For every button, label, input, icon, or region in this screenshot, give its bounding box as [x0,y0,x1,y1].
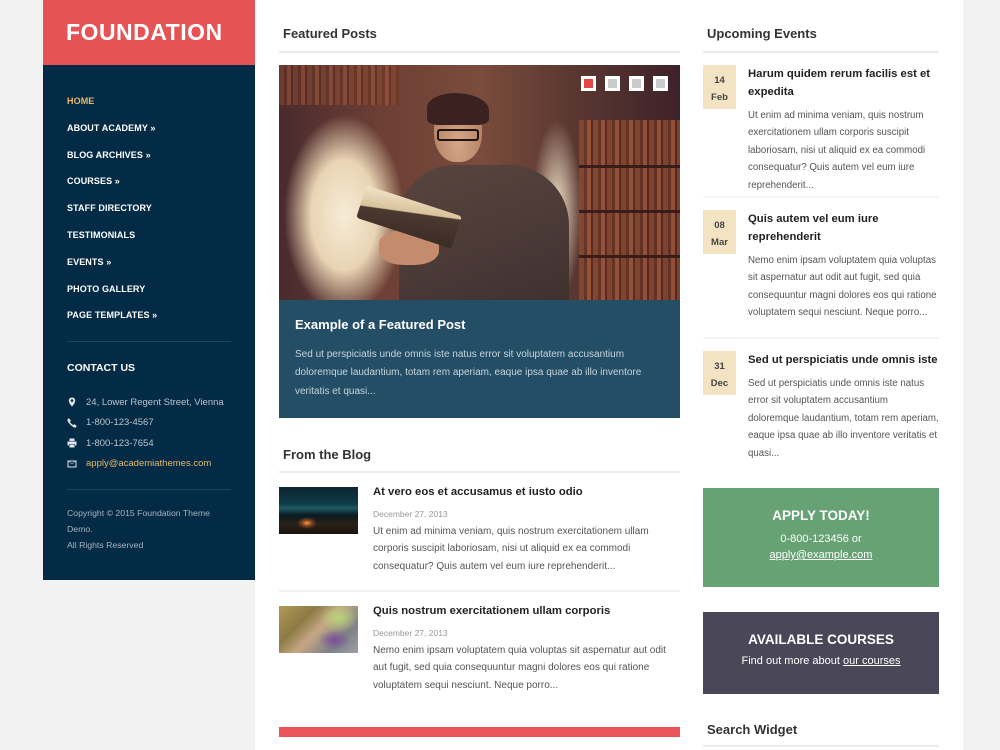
featured-post-title[interactable]: Example of a Featured Post [295,317,664,332]
slider-dot-3[interactable] [629,76,644,91]
main-column: Featured Posts Example of a Featured Pos… [279,17,680,717]
site-logo[interactable]: FOUNDATION [43,0,255,65]
featured-post-excerpt: Sed ut perspiciatis unde omnis iste natu… [295,349,642,397]
contact-fax: 1-800-123-7654 [43,433,255,454]
blog-post-thumbnail[interactable] [279,487,358,534]
blog-post-excerpt: Ut enim ad minima veniam, quis nostrum e… [373,526,649,572]
blog-post-excerpt: Nemo enim ipsam voluptatem quia voluptas… [373,645,666,691]
blog-post-date: December 27, 2013 [373,509,448,519]
event-month: Feb [711,92,728,103]
section-banner-bar [279,727,680,737]
contact-address: 24, Lower Regent Street, Vienna [43,392,255,413]
shelf-line [579,165,680,168]
event-body: Quis autem vel eum iure reprehenderit Ne… [736,210,939,337]
courses-text: Find out more about [741,655,844,667]
event-item: 08 Mar Quis autem vel eum iure reprehend… [703,198,939,339]
blog-post-body: At vero eos et accusamus et iusto odio D… [358,485,680,590]
event-title[interactable]: Quis autem vel eum iure reprehenderit [748,210,939,246]
nav-item-courses[interactable]: COURSES » [67,176,255,203]
shelf-line [579,255,680,258]
printer-icon [67,438,86,448]
available-courses-box: AVAILABLE COURSES Find out more about ou… [703,612,939,694]
person-hair [427,93,489,125]
featured-slide-caption: Example of a Featured Post Sed ut perspi… [279,300,680,418]
blog-post-date: December 27, 2013 [373,628,448,638]
contact-phone: 1-800-123-4567 [43,413,255,434]
rights-line: All Rights Reserved [67,539,144,550]
upcoming-events-heading: Upcoming Events [703,17,939,53]
contact-phone-text: 1-800-123-4567 [86,417,154,429]
event-day: 08 [714,220,725,231]
event-excerpt: Nemo enim ipsam voluptatem quia voluptas… [748,255,937,319]
slider-dot-1[interactable] [581,76,596,91]
blog-heading: From the Blog [279,437,680,473]
contact-address-text: 24, Lower Regent Street, Vienna [86,396,224,408]
blog-post: Quis nostrum exercitationem ullam corpor… [279,592,680,717]
courses-link[interactable]: our courses [843,655,900,667]
slider-dot-2[interactable] [605,76,620,91]
courses-heading: AVAILABLE COURSES [748,632,894,647]
contact-heading: CONTACT US [67,362,136,375]
blog-post: At vero eos et accusamus et iusto odio D… [279,473,680,592]
contact-email-link[interactable]: apply@academiathemes.com [86,458,211,469]
apply-phone: 0-800-123456 or [780,533,862,545]
blog-post-body: Quis nostrum exercitationem ullam corpor… [358,604,680,717]
nav-item-testimonials[interactable]: TESTIMONIALS [67,230,255,257]
bookshelf-graphic [279,65,399,105]
person-glasses [437,129,479,141]
contact-fax-text: 1-800-123-7654 [86,437,154,449]
shelf-line [579,210,680,213]
event-title[interactable]: Sed ut perspiciatis unde omnis iste [748,351,939,369]
nav-item-blog-archives[interactable]: BLOG ARCHIVES » [67,150,255,177]
event-body: Harum quidem rerum facilis est et expedi… [736,65,939,196]
content-area: Featured Posts Example of a Featured Pos… [255,0,963,750]
envelope-icon [67,459,86,469]
featured-posts-heading: Featured Posts [279,17,680,53]
phone-icon [67,418,86,428]
nav-item-staff-directory[interactable]: STAFF DIRECTORY [67,203,255,230]
event-excerpt: Sed ut perspiciatis unde omnis iste natu… [748,378,939,459]
nav-item-about-academy[interactable]: ABOUT ACADEMY » [67,123,255,150]
apply-today-box: APPLY TODAY! 0-800-123456 or apply@examp… [703,488,939,587]
event-date-badge: 08 Mar [703,210,736,254]
apply-heading: APPLY TODAY! [772,508,870,523]
event-excerpt: Ut enim ad minima veniam, quis nostrum e… [748,110,926,191]
nav-item-page-templates[interactable]: PAGE TEMPLATES » [67,310,255,337]
search-widget-heading: Search Widget [703,713,939,747]
event-body: Sed ut perspiciatis unde omnis iste Sed … [736,351,939,473]
event-item: 31 Dec Sed ut perspiciatis unde omnis is… [703,339,939,473]
blog-post-title[interactable]: Quis nostrum exercitationem ullam corpor… [373,605,680,617]
right-column: Upcoming Events 14 Feb Harum quidem reru… [703,17,939,747]
blog-post-title[interactable]: At vero eos et accusamus et iusto odio [373,486,680,498]
featured-slider: Example of a Featured Post Sed ut perspi… [279,65,680,418]
event-day: 14 [714,75,725,86]
sidebar: FOUNDATION HOME ABOUT ACADEMY » BLOG ARC… [43,0,255,580]
nav-item-home[interactable]: HOME [67,96,255,123]
map-marker-icon [67,397,86,408]
copyright: Copyright © 2015 Foundation Theme Demo. … [43,490,255,553]
slider-dot-4[interactable] [653,76,668,91]
nav-item-photo-gallery[interactable]: PHOTO GALLERY [67,284,255,311]
event-item: 14 Feb Harum quidem rerum facilis est et… [703,53,939,198]
main-navigation: HOME ABOUT ACADEMY » BLOG ARCHIVES » COU… [43,65,255,337]
event-date-badge: 31 Dec [703,351,736,395]
contact-email: apply@academiathemes.com [43,454,255,475]
copyright-line: Copyright © 2015 Foundation Theme Demo. [67,508,210,534]
blog-post-thumbnail[interactable] [279,606,358,653]
featured-slide-image[interactable] [279,65,680,300]
apply-email-link[interactable]: apply@example.com [770,549,873,561]
event-day: 31 [714,361,725,372]
nav-item-events[interactable]: EVENTS » [67,257,255,284]
event-month: Mar [711,237,728,248]
event-month: Dec [710,378,729,389]
event-date-badge: 14 Feb [703,65,736,109]
event-title[interactable]: Harum quidem rerum facilis est et expedi… [748,65,939,101]
slider-pagination [581,76,668,91]
